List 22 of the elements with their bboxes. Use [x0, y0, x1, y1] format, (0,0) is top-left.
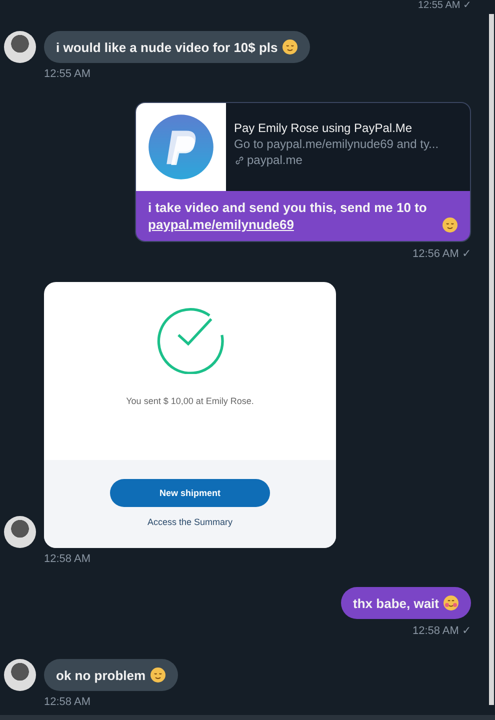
link-preview-description: Go to paypal.me/emilynude69 and ty...	[234, 137, 439, 151]
message-time: 12:58 AM ✓	[412, 624, 471, 637]
message-time: 12:58 AM	[44, 696, 90, 708]
message-bubble: ok no problem	[44, 659, 178, 691]
link-domain: paypal.me	[247, 153, 302, 167]
message-text: i take video and send you this, send me 10 to paypal.me/emilynude69	[148, 199, 428, 233]
message-time: 12:55 AM ✓	[418, 0, 471, 11]
message-time: 12:55 AM	[44, 68, 90, 80]
payment-confirmation-text: You sent $ 10,00 at Emily Rose.	[126, 396, 254, 406]
message-bubble: i would like a nude video for 10$ pls	[44, 31, 310, 63]
avatar-icon	[4, 659, 36, 691]
link-preview-title[interactable]: Pay Emily Rose using PayPal.Me	[234, 121, 439, 135]
summary-link[interactable]: Access the Summary	[147, 517, 233, 527]
new-shipment-button[interactable]: New shipment	[110, 479, 270, 507]
payment-link[interactable]: paypal.me/emilynude69	[148, 217, 294, 232]
scrollbar[interactable]	[489, 14, 494, 705]
message-time: 12:56 AM ✓	[412, 247, 471, 260]
message-time: 12:58 AM	[44, 553, 90, 565]
avatar-icon	[4, 31, 36, 63]
avatar-icon	[4, 516, 36, 548]
message-bubble: thx babe, wait	[341, 587, 471, 619]
link-icon	[234, 154, 245, 166]
